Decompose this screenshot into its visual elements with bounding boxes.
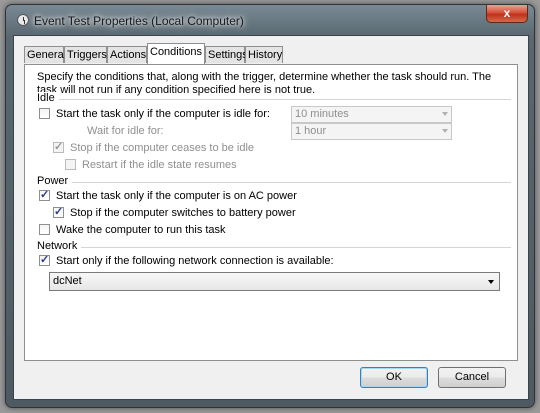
ok-button[interactable]: OK: [360, 367, 428, 388]
network-connection-dropdown[interactable]: dcNet: [49, 272, 500, 291]
power-section-header: Power: [37, 175, 511, 188]
stop-idle-checkbox-row[interactable]: Stop if the computer ceases to be idle: [53, 140, 255, 155]
wait-duration-combo[interactable]: 1 hour: [291, 123, 452, 140]
idle-header: Idle: [37, 92, 59, 104]
conditions-panel: Specify the conditions that, along with …: [24, 64, 518, 361]
dialog-window: Event Test Properties (Local Computer) x…: [5, 4, 535, 408]
title-bar[interactable]: Event Test Properties (Local Computer) x: [6, 5, 534, 35]
network-section-header: Network: [37, 240, 511, 253]
idle-duration-combo[interactable]: 10 minutes: [291, 106, 452, 123]
idle-start-checkbox-row[interactable]: Start the task only if the computer is i…: [39, 107, 279, 121]
restart-idle-checkbox-row[interactable]: Restart if the idle state resumes: [65, 158, 245, 172]
chevron-down-icon: [442, 112, 448, 116]
stop-idle-label: Stop if the computer ceases to be idle: [70, 142, 255, 154]
ac-power-label: Start the task only if the computer is o…: [56, 190, 297, 202]
wake-checkbox[interactable]: [39, 224, 50, 235]
tab-triggers[interactable]: Triggers: [64, 46, 107, 63]
idle-start-checkbox[interactable]: [39, 108, 50, 119]
restart-idle-checkbox[interactable]: [65, 159, 76, 170]
idle-section-header: Idle: [37, 92, 511, 105]
idle-duration-value: 10 minutes: [295, 108, 349, 120]
network-header: Network: [37, 240, 82, 252]
ac-power-checkbox-row[interactable]: Start the task only if the computer is o…: [39, 188, 299, 203]
restart-idle-label: Restart if the idle state resumes: [82, 159, 237, 171]
dialog-client: General Triggers Actions Conditions Sett…: [13, 35, 529, 400]
stop-idle-checkbox[interactable]: [53, 140, 64, 154]
network-checkbox-row[interactable]: Start only if the following network conn…: [39, 253, 339, 268]
tab-actions[interactable]: Actions: [107, 46, 147, 63]
chevron-down-icon: [442, 129, 448, 133]
clock-icon: [17, 14, 29, 26]
wait-label: Wait for idle for:: [87, 125, 164, 137]
wait-duration-value: 1 hour: [295, 125, 327, 137]
battery-stop-checkbox[interactable]: [53, 205, 64, 219]
battery-stop-label: Stop if the computer switches to battery…: [70, 207, 296, 219]
wake-checkbox-row[interactable]: Wake the computer to run this task: [39, 223, 239, 237]
ac-power-checkbox[interactable]: [39, 188, 50, 202]
tab-general[interactable]: General: [24, 46, 66, 63]
idle-start-label: Start the task only if the computer is i…: [56, 108, 270, 120]
tab-history[interactable]: History: [245, 46, 283, 63]
close-button[interactable]: x: [486, 5, 528, 23]
tab-settings[interactable]: Settings: [205, 46, 248, 63]
wake-label: Wake the computer to run this task: [56, 224, 226, 236]
tab-conditions[interactable]: Conditions: [147, 43, 205, 64]
chevron-down-icon: [488, 280, 494, 284]
network-connection-value: dcNet: [53, 275, 82, 287]
network-label: Start only if the following network conn…: [56, 255, 334, 267]
cancel-button[interactable]: Cancel: [438, 367, 506, 388]
window-title: Event Test Properties (Local Computer): [34, 14, 244, 28]
power-header: Power: [37, 175, 73, 187]
battery-stop-checkbox-row[interactable]: Stop if the computer switches to battery…: [53, 205, 303, 220]
network-checkbox[interactable]: [39, 253, 50, 267]
